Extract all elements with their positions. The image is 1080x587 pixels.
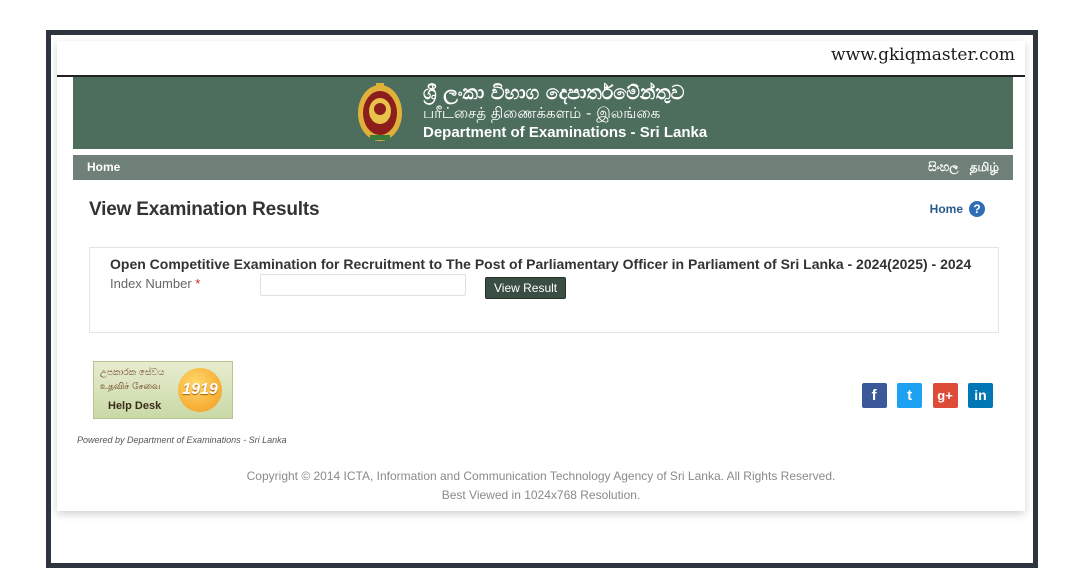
language-switcher: සිංහල தமிழ் bbox=[920, 160, 999, 176]
nav-home-link[interactable]: Home bbox=[87, 160, 120, 174]
help-icon[interactable]: ? bbox=[969, 201, 985, 217]
index-number-input[interactable] bbox=[260, 274, 466, 296]
helpdesk-number-badge: 1919 bbox=[178, 368, 222, 412]
nav-bar: Home සිංහල தமிழ் bbox=[73, 155, 1013, 180]
help-desk-banner[interactable]: උපකාරක සේවය உதவிச் சேவை Help Desk 1919 bbox=[93, 361, 233, 419]
breadcrumb-home-link[interactable]: Home bbox=[930, 202, 963, 216]
screenshot-frame: www.gkiqmaster.com ශ්‍රී ලංකා විභාග දෙපා… bbox=[46, 30, 1038, 568]
index-number-label-text: Index Number bbox=[110, 276, 192, 291]
helpdesk-tamil-text: உதவிச் சேவை bbox=[100, 382, 161, 392]
exam-title: Open Competitive Examination for Recruit… bbox=[110, 256, 972, 272]
header-title-sinhala: ශ්‍රී ලංකා විභාග දෙපාර්තමේන්තුව bbox=[423, 82, 685, 104]
watermark-text: www.gkiqmaster.com bbox=[831, 45, 1015, 65]
header-title-english: Department of Examinations - Sri Lanka bbox=[423, 124, 708, 141]
social-links: f t g+ in bbox=[856, 383, 993, 408]
header-banner: ශ්‍රී ලංකා විභාග දෙපාර්තමේන්තුව பரீட்சைத… bbox=[73, 77, 1013, 149]
lang-sinhala-link[interactable]: සිංහල bbox=[928, 160, 958, 174]
index-number-label: Index Number * bbox=[110, 276, 200, 291]
result-search-panel: Open Competitive Examination for Recruit… bbox=[89, 247, 999, 333]
browser-page: www.gkiqmaster.com ශ්‍රී ලංකා විභාග දෙපා… bbox=[57, 41, 1025, 511]
page-title: View Examination Results bbox=[89, 199, 320, 220]
helpdesk-label: Help Desk bbox=[108, 400, 162, 412]
required-asterisk: * bbox=[195, 276, 201, 291]
google-plus-icon[interactable]: g+ bbox=[932, 383, 958, 408]
sri-lanka-emblem-icon bbox=[358, 83, 402, 141]
copyright-text: Copyright © 2014 ICTA, Information and C… bbox=[246, 469, 836, 483]
header-titles: ශ්‍රී ලංකා විභාග දෙපාර්තමේන්තුව பரீட்சைத… bbox=[423, 83, 707, 143]
powered-by-text: Powered by Department of Examinations - … bbox=[77, 435, 287, 445]
linkedin-icon[interactable]: in bbox=[968, 383, 993, 408]
facebook-icon[interactable]: f bbox=[861, 383, 887, 408]
lang-tamil-link[interactable]: தமிழ் bbox=[970, 160, 999, 174]
twitter-icon[interactable]: t bbox=[897, 383, 923, 408]
best-viewed-text: Best Viewed in 1024x768 Resolution. bbox=[441, 488, 641, 502]
header-title-tamil: பரீட்சைத் திணைக்களம் - இலங்கை bbox=[423, 104, 661, 122]
helpdesk-sinhala-text: උපකාරක සේවය bbox=[100, 368, 165, 378]
view-result-button[interactable]: View Result bbox=[485, 277, 567, 299]
